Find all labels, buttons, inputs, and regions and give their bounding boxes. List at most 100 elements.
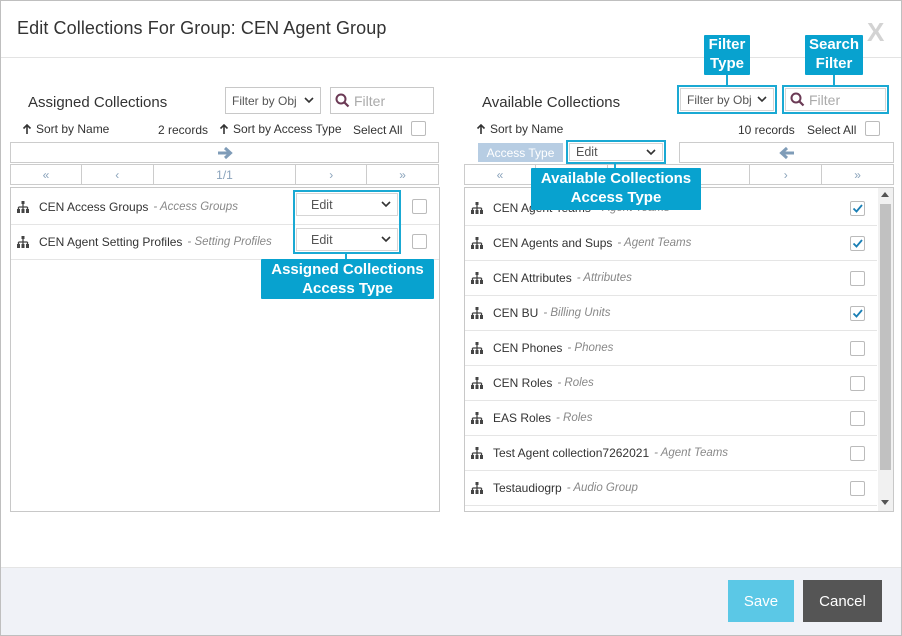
callout-pointer bbox=[726, 75, 728, 85]
assigned-pager-first[interactable]: « bbox=[10, 165, 81, 184]
list-item[interactable]: Testaudiogrp - Audio Group bbox=[465, 471, 877, 506]
assigned-access-value-2: Edit bbox=[311, 232, 333, 247]
save-button[interactable]: Save bbox=[728, 580, 794, 622]
available-select-all-label: Select All bbox=[807, 123, 857, 137]
list-item[interactable]: CEN Phones - Phones bbox=[465, 331, 877, 366]
move-right-button[interactable] bbox=[10, 142, 439, 163]
available-sort-by-name[interactable]: Sort by Name bbox=[476, 122, 563, 136]
filter-type-callout: Filter Type bbox=[704, 35, 750, 75]
callout-pointer bbox=[833, 75, 835, 85]
hierarchy-icon bbox=[471, 447, 483, 459]
checkmark-icon bbox=[852, 239, 863, 248]
row-checkbox[interactable] bbox=[850, 341, 865, 356]
row-checkbox[interactable] bbox=[850, 446, 865, 461]
cancel-button[interactable]: Cancel bbox=[803, 580, 882, 622]
collection-type: - Roles bbox=[557, 377, 594, 389]
row-checkbox[interactable] bbox=[412, 234, 427, 249]
assigned-access-value-1: Edit bbox=[311, 197, 333, 212]
available-filter-type-select[interactable]: Filter by Obj bbox=[680, 88, 774, 111]
assigned-pager-page: 1/1 bbox=[152, 165, 296, 184]
assigned-pager-next[interactable]: › bbox=[295, 165, 366, 184]
row-checkbox[interactable] bbox=[850, 481, 865, 496]
list-item[interactable]: CEN Agents and Sups - Agent Teams bbox=[465, 226, 877, 261]
search-filter-callout: Search Filter bbox=[805, 35, 863, 75]
arrow-up-icon bbox=[219, 123, 229, 134]
assigned-sort-by-name[interactable]: Sort by Name bbox=[22, 122, 109, 136]
available-pager-last[interactable]: » bbox=[821, 165, 893, 184]
scroll-down-icon[interactable] bbox=[881, 500, 889, 505]
collection-type: - Billing Units bbox=[543, 307, 611, 319]
collection-name: CEN BU bbox=[493, 306, 539, 320]
row-checkbox[interactable] bbox=[850, 411, 865, 426]
available-search-input[interactable]: Filter bbox=[785, 88, 886, 111]
collection-type: - Agent Teams bbox=[617, 237, 692, 249]
list-item[interactable]: CEN Roles - Roles bbox=[465, 366, 877, 401]
available-pager-first[interactable]: « bbox=[464, 165, 535, 184]
assigned-title: Assigned Collections bbox=[28, 94, 168, 111]
assigned-filter-type-value: Filter by Obj bbox=[232, 93, 297, 108]
assigned-pager: « ‹ 1/1 › » bbox=[10, 164, 439, 185]
list-item[interactable]: CEN Attributes - Attributes bbox=[465, 261, 877, 296]
assigned-filter-type-select[interactable]: Filter by Obj bbox=[225, 87, 321, 114]
arrow-right-icon bbox=[217, 146, 233, 159]
hierarchy-icon bbox=[471, 307, 483, 319]
available-search-placeholder: Filter bbox=[809, 91, 841, 108]
collection-type: - Access Groups bbox=[153, 201, 238, 213]
list-item[interactable]: CEN BU - Billing Units bbox=[465, 296, 877, 331]
collection-type: - Agent Teams bbox=[654, 447, 729, 459]
chevron-down-icon bbox=[381, 236, 391, 243]
move-left-button[interactable] bbox=[679, 142, 894, 163]
collection-name: CEN Attributes bbox=[493, 271, 572, 285]
hierarchy-icon bbox=[471, 202, 483, 214]
available-list: CEN Agent Teams- Agent TeamsCEN Agents a… bbox=[464, 187, 894, 512]
collection-name: CEN Access Groups bbox=[39, 200, 149, 214]
row-checkbox[interactable] bbox=[850, 236, 865, 251]
hierarchy-icon bbox=[471, 237, 483, 249]
assigned-pager-prev[interactable]: ‹ bbox=[80, 165, 153, 184]
hierarchy-icon bbox=[17, 201, 29, 213]
collection-name: Testaudiogrp bbox=[493, 481, 562, 495]
assigned-select-all-label: Select All bbox=[353, 123, 403, 137]
hierarchy-icon bbox=[471, 342, 483, 354]
header-divider bbox=[1, 57, 901, 58]
collection-name: CEN Roles bbox=[493, 376, 553, 390]
available-filter-type-value: Filter by Obj bbox=[687, 92, 752, 107]
collection-type: - Phones bbox=[567, 342, 614, 354]
assigned-search-placeholder: Filter bbox=[354, 92, 386, 109]
assigned-search-input[interactable]: Filter bbox=[330, 87, 434, 114]
scroll-thumb[interactable] bbox=[880, 204, 891, 470]
available-select-all-checkbox[interactable] bbox=[865, 121, 880, 136]
row-checkbox[interactable] bbox=[412, 199, 427, 214]
assigned-access-select-1[interactable]: Edit bbox=[296, 193, 398, 216]
edit-collections-dialog: Edit Collections For Group: CEN Agent Gr… bbox=[0, 0, 902, 636]
collection-name: Test Agent collection7262021 bbox=[493, 446, 650, 460]
collection-name: CEN Phones bbox=[493, 341, 563, 355]
assigned-access-callout: Assigned Collections Access Type bbox=[261, 259, 434, 299]
chevron-down-icon bbox=[646, 148, 656, 155]
dialog-title: Edit Collections For Group: CEN Agent Gr… bbox=[17, 18, 387, 38]
close-icon[interactable]: X bbox=[867, 19, 884, 45]
row-checkbox[interactable] bbox=[850, 271, 865, 286]
list-item[interactable]: EAS Roles - Roles bbox=[465, 401, 877, 436]
collection-type: - Setting Profiles bbox=[187, 236, 272, 248]
scrollbar[interactable] bbox=[878, 188, 893, 511]
available-access-select[interactable]: Edit bbox=[569, 143, 663, 161]
assigned-sort-by-access[interactable]: Sort by Access Type bbox=[219, 122, 342, 136]
assigned-access-select-2[interactable]: Edit bbox=[296, 228, 398, 251]
checkmark-icon bbox=[852, 309, 863, 318]
hierarchy-icon bbox=[471, 482, 483, 494]
collection-type: - Roles bbox=[556, 412, 593, 424]
row-checkbox[interactable] bbox=[850, 376, 865, 391]
available-records-count: 10 records bbox=[738, 123, 795, 137]
list-item[interactable]: Test Agent collection7262021 - Agent Team… bbox=[465, 436, 877, 471]
scroll-up-icon[interactable] bbox=[881, 192, 889, 197]
chevron-down-icon bbox=[757, 96, 767, 103]
collection-type: - Attributes bbox=[576, 272, 632, 284]
available-pager-next[interactable]: › bbox=[749, 165, 821, 184]
row-checkbox[interactable] bbox=[850, 306, 865, 321]
available-sort-name-label: Sort by Name bbox=[490, 122, 564, 136]
row-checkbox[interactable] bbox=[850, 201, 865, 216]
assigned-select-all-checkbox[interactable] bbox=[411, 121, 426, 136]
collection-name: CEN Agents and Sups bbox=[493, 236, 613, 250]
assigned-pager-last[interactable]: » bbox=[366, 165, 438, 184]
